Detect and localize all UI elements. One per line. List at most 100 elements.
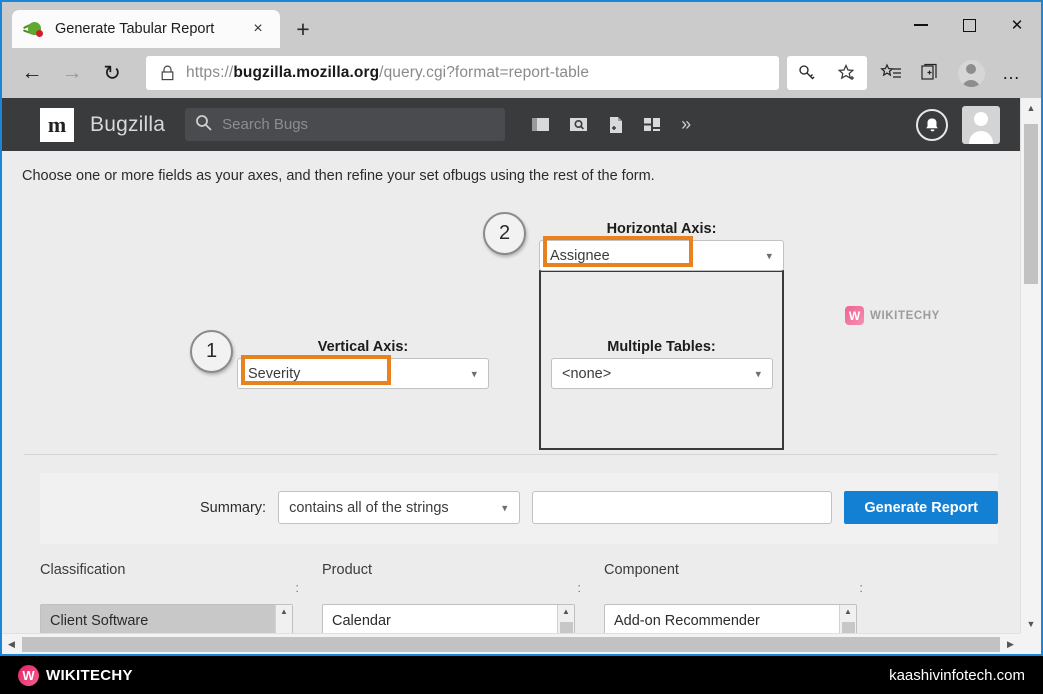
forward-icon[interactable]: → [52,53,92,93]
chevron-down-icon: ▾ [471,367,477,380]
address-url: https://bugzilla.mozilla.org/query.cgi?f… [178,64,589,82]
footer-bar: W WIKITECHY kaashivinfotech.com [0,656,1043,694]
horizontal-axis-value: Assignee [550,248,610,264]
favorites-list-icon[interactable] [871,53,911,93]
filter-columns: Classification : Client Software ▲ Produ… [2,544,1020,633]
maximize-button[interactable] [945,2,993,48]
toolbar-icons: … [787,53,1031,93]
bug-icon [26,20,44,38]
lock-icon [156,65,178,81]
tab-title: Generate Tabular Report [55,21,246,37]
scroll-up-icon[interactable]: ▲ [280,607,288,616]
key-icon[interactable] [787,53,827,93]
wikitechy-logo: W [845,306,864,325]
classification-dots: : [40,578,322,597]
profile-icon[interactable] [951,53,991,93]
header-icon-group: » [531,114,691,135]
horizontal-scrollbar[interactable]: ◀ ▶ [2,633,1020,654]
sidebar-icon[interactable] [531,116,550,133]
address-bar[interactable]: https://bugzilla.mozilla.org/query.cgi?f… [146,56,779,90]
chevron-down-icon: ▾ [502,501,508,514]
generate-report-button[interactable]: Generate Report [844,491,998,524]
scroll-thumb[interactable] [560,622,573,633]
step-badge-2: 2 [483,212,526,255]
multiple-tables-select[interactable]: <none> ▾ [551,358,773,389]
header-right-group [916,106,1000,144]
product-value[interactable]: Calendar [323,605,557,633]
classification-listbox[interactable]: Client Software ▲ [40,604,293,633]
vertical-scroll-thumb[interactable] [1024,124,1038,284]
footer-site-url: kaashivinfotech.com [889,667,1025,684]
search-placeholder: Search Bugs [222,116,308,133]
browser-window: Generate Tabular Report × + ✕ ← → ↻ http… [0,0,1043,656]
component-value[interactable]: Add-on Recommender [605,605,839,633]
scroll-up-icon[interactable]: ▲ [844,607,852,616]
column-product: Product : Calendar ▲ [322,562,604,633]
back-icon[interactable]: ← [12,53,52,93]
new-bug-icon[interactable] [607,116,624,134]
scroll-up-icon[interactable]: ▲ [562,607,570,616]
scroll-down-icon[interactable]: ▼ [1021,614,1041,633]
mozilla-logo[interactable]: m [40,108,74,142]
column-classification: Classification : Client Software ▲ [40,562,322,633]
component-scrollbar[interactable]: ▲ [839,605,856,633]
site-name: Bugzilla [90,113,165,137]
page-viewport: m Bugzilla Search Bugs [2,98,1041,654]
chevron-double-right-icon[interactable]: » [681,114,691,135]
dashboard-icon[interactable] [643,116,662,133]
summary-panel: Summary: contains all of the strings ▾ G… [40,473,998,544]
window-controls: ✕ [897,2,1041,48]
scroll-left-icon[interactable]: ◀ [2,639,21,650]
vertical-scrollbar[interactable]: ▲ ▼ [1020,98,1041,633]
axes-section: 2 Horizontal Axis: Assignee ▾ 1 Vertical… [2,184,1020,454]
new-tab-button[interactable]: + [286,12,320,46]
collections-icon[interactable] [911,53,951,93]
classification-value[interactable]: Client Software [41,605,275,633]
scroll-thumb[interactable] [842,622,855,633]
horizontal-axis-select[interactable]: Assignee ▾ [539,240,784,271]
product-label: Product [322,562,604,578]
summary-text-input[interactable] [532,491,833,524]
scroll-up-icon[interactable]: ▲ [1021,98,1041,117]
component-label: Component [604,562,886,578]
chevron-down-icon: ▾ [755,367,761,380]
multiple-tables-label: Multiple Tables: [539,339,784,355]
star-icon[interactable] [827,53,867,93]
browser-tab[interactable]: Generate Tabular Report × [12,10,280,48]
classification-scrollbar[interactable]: ▲ [275,605,292,633]
component-dots: : [604,578,886,597]
navigation-bar: ← → ↻ https://bugzilla.mozilla.org/query… [2,48,1041,98]
wikitechy-footer-brand: WIKITECHY [46,667,133,684]
page-content: m Bugzilla Search Bugs [2,98,1020,633]
component-listbox[interactable]: Add-on Recommender ▲ [604,604,857,633]
classification-label: Classification [40,562,322,578]
vertical-axis-label: Vertical Axis: [237,339,489,355]
minimize-button[interactable] [897,2,945,48]
tab-close-icon[interactable]: × [246,17,270,41]
scrollbar-corner [1020,633,1041,654]
search-input[interactable]: Search Bugs [185,108,505,141]
summary-label: Summary: [200,500,266,516]
product-dots: : [322,578,604,597]
product-listbox[interactable]: Calendar ▲ [322,604,575,633]
section-divider [24,454,998,455]
scroll-right-icon[interactable]: ▶ [1001,639,1020,650]
column-component: Component : Add-on Recommender ▲ [604,562,886,633]
avatar[interactable] [962,106,1000,144]
bugzilla-header: m Bugzilla Search Bugs [2,98,1020,151]
bell-icon[interactable] [916,109,948,141]
wikitechy-watermark: W WIKITECHY [845,306,940,325]
horizontal-scroll-thumb[interactable] [22,637,1000,652]
tab-bar: Generate Tabular Report × + ✕ [2,2,1041,48]
vertical-axis-select[interactable]: Severity ▾ [237,358,489,389]
horizontal-axis-label: Horizontal Axis: [539,221,784,237]
chevron-down-icon: ▾ [766,249,772,262]
close-window-button[interactable]: ✕ [993,2,1041,48]
summary-operator-select[interactable]: contains all of the strings ▾ [278,491,519,524]
product-scrollbar[interactable]: ▲ [557,605,574,633]
more-icon[interactable]: … [991,53,1031,93]
vertical-axis-value: Severity [248,366,300,382]
reload-icon[interactable]: ↻ [92,53,132,93]
search-icon [195,114,212,136]
search-page-icon[interactable] [569,116,588,133]
